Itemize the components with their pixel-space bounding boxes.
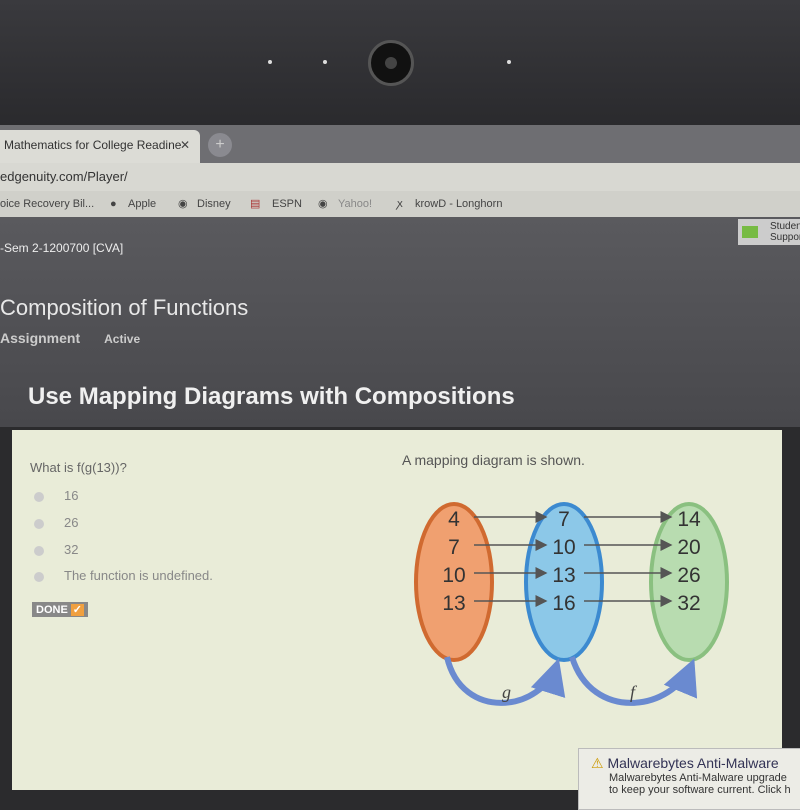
answer-option[interactable]: 26 bbox=[34, 515, 78, 530]
radio-button[interactable] bbox=[34, 545, 44, 556]
set-value: 10 bbox=[442, 564, 465, 587]
bookmark[interactable]: Disney bbox=[197, 191, 231, 217]
answer-option[interactable]: 16 bbox=[34, 488, 78, 503]
runner-icon: ꭗ bbox=[397, 198, 403, 210]
apple-icon: ● bbox=[110, 198, 117, 210]
radio-button[interactable] bbox=[34, 491, 44, 502]
set-value: 14 bbox=[677, 508, 701, 531]
set-value: 32 bbox=[677, 592, 700, 615]
f-label: f bbox=[630, 682, 638, 702]
laptop-bezel bbox=[0, 0, 800, 125]
page-title: Composition of Functions bbox=[0, 295, 249, 320]
tab-title: Mathematics for College Readine bbox=[4, 138, 182, 152]
webcam bbox=[368, 40, 414, 86]
question-card: What is f(g(13))? 16 26 32 The function … bbox=[12, 430, 782, 790]
notification-body: to keep your software current. Click h bbox=[609, 784, 791, 796]
answer-option[interactable]: 32 bbox=[34, 542, 78, 557]
course-name: -Sem 2-1200700 [CVA] bbox=[0, 241, 124, 255]
notification-title: Malwarebytes Anti-Malware bbox=[607, 755, 779, 771]
bezel-dot bbox=[507, 60, 511, 64]
check-icon: ✓ bbox=[70, 604, 84, 616]
done-button[interactable]: DONE ✓ bbox=[32, 602, 88, 617]
set-value: 26 bbox=[677, 564, 700, 587]
set-value: 13 bbox=[552, 564, 575, 587]
page-header: -Sem 2-1200700 [CVA] Student Support Com… bbox=[0, 217, 800, 427]
set-value: 10 bbox=[552, 536, 575, 559]
tab-assignment[interactable]: Assignment bbox=[0, 330, 80, 346]
bezel-dot bbox=[323, 60, 327, 64]
student-support-button[interactable]: Student Support bbox=[738, 219, 800, 245]
espn-icon: ▤ bbox=[250, 198, 261, 210]
warning-icon: ⚠ bbox=[591, 755, 604, 771]
mapping-diagram: A mapping diagram is shown. 4 7 10 13 7 10 13 1… bbox=[402, 452, 732, 717]
set-value: 16 bbox=[552, 592, 575, 615]
status-label: Active bbox=[104, 332, 141, 346]
diagram-caption: A mapping diagram is shown. bbox=[402, 452, 585, 468]
bookmark[interactable]: oice Recovery Bil... bbox=[0, 191, 94, 217]
tab-bar: Mathematics for College Readine ✕ + bbox=[0, 125, 800, 163]
malwarebytes-notification[interactable]: ⚠ Malwarebytes Anti-Malware Malwarebytes… bbox=[578, 748, 800, 810]
url-text: edgenuity.com/Player/ bbox=[0, 169, 128, 184]
bookmark[interactable]: ESPN bbox=[272, 191, 302, 217]
bookmarks-bar: oice Recovery Bil... ● Apple ◉ Disney ▤ ESP… bbox=[0, 191, 800, 217]
new-tab-button[interactable]: + bbox=[208, 133, 232, 157]
set-value: 7 bbox=[448, 536, 460, 559]
globe-icon: ◉ bbox=[318, 198, 328, 210]
bookmark[interactable]: krowD - Longhorn bbox=[415, 191, 502, 217]
question-prompt: What is f(g(13))? bbox=[30, 460, 127, 475]
bookmark[interactable]: Apple bbox=[128, 191, 156, 217]
chat-icon bbox=[742, 226, 758, 238]
notification-body: Malwarebytes Anti-Malware upgrade bbox=[609, 772, 787, 784]
g-label: g bbox=[502, 682, 511, 702]
close-icon[interactable]: ✕ bbox=[180, 130, 190, 160]
set-value: 13 bbox=[442, 592, 465, 615]
set-value: 4 bbox=[448, 508, 460, 531]
set-value: 20 bbox=[677, 536, 700, 559]
radio-button[interactable] bbox=[34, 571, 44, 582]
answer-option[interactable]: The function is undefined. bbox=[34, 568, 213, 583]
set-value: 7 bbox=[558, 508, 570, 531]
address-bar[interactable]: edgenuity.com/Player/ bbox=[0, 163, 800, 191]
lesson-title: Use Mapping Diagrams with Compositions bbox=[28, 383, 515, 410]
bookmark[interactable]: Yahoo! bbox=[338, 191, 372, 217]
globe-icon: ◉ bbox=[178, 198, 188, 210]
browser-tab[interactable]: Mathematics for College Readine ✕ bbox=[0, 130, 200, 163]
bezel-dot bbox=[268, 60, 272, 64]
support-label: Student Support bbox=[770, 221, 800, 243]
radio-button[interactable] bbox=[34, 518, 44, 529]
mapping-svg: 4 7 10 13 7 10 13 16 14 20 26 32 g f bbox=[414, 502, 729, 706]
